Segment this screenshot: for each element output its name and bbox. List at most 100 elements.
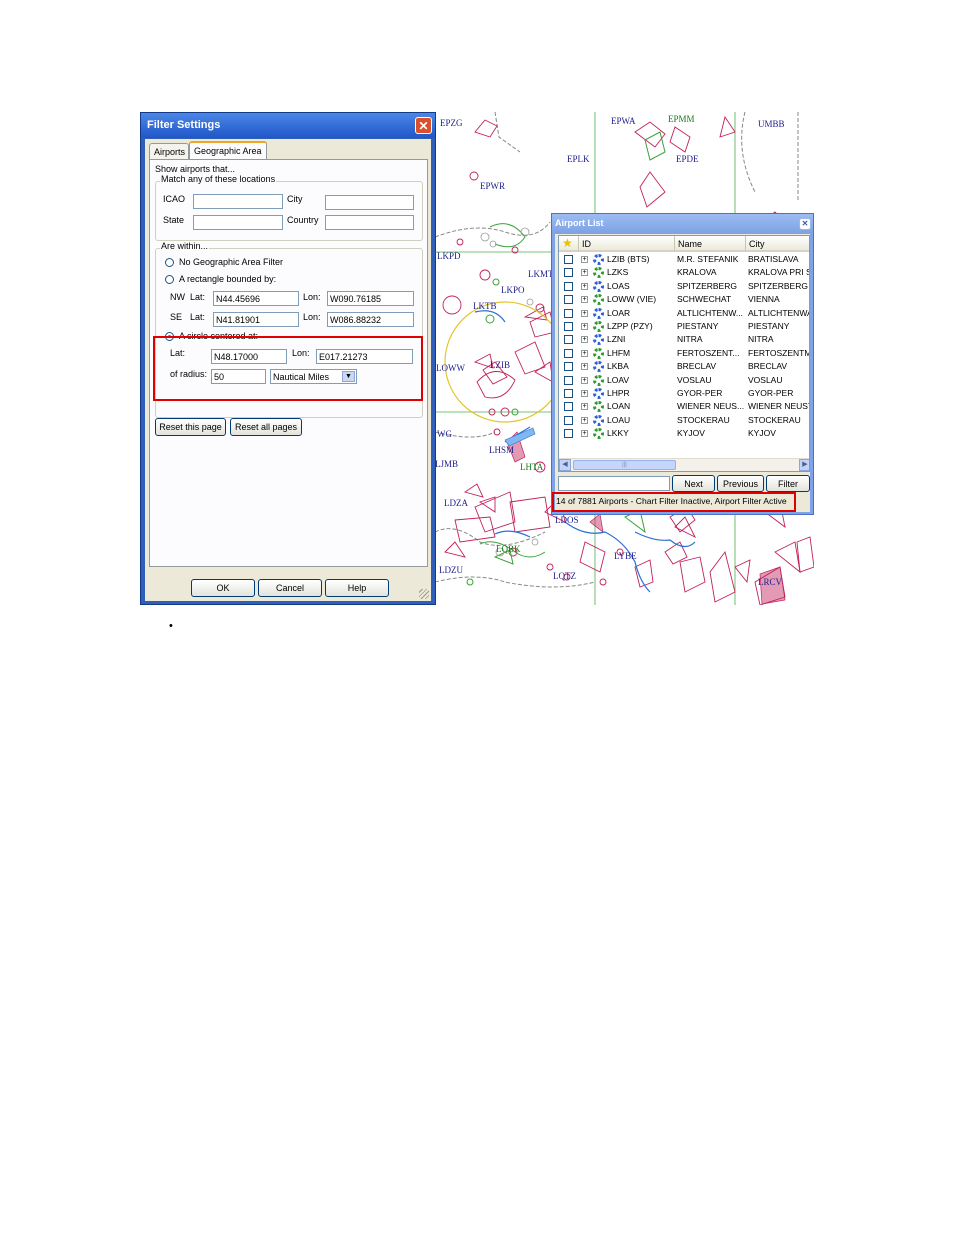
favorite-checkbox[interactable] (564, 268, 573, 278)
expand-plus-icon[interactable]: + (581, 416, 588, 424)
airport-row[interactable]: + LZIB (BTS) M.R. STEFANIK BRATISLAVA (559, 253, 809, 266)
resize-grip-icon[interactable] (419, 589, 429, 599)
rectangle-label[interactable]: A rectangle bounded by: (179, 274, 276, 284)
cancel-button[interactable]: Cancel (258, 579, 322, 597)
favorite-checkbox[interactable] (564, 429, 573, 439)
favorite-checkbox[interactable] (564, 295, 573, 305)
map-airport-label[interactable]: LOWW (436, 363, 465, 373)
no-geo-filter-radio[interactable] (165, 258, 174, 267)
map-airport-label[interactable]: EPDE (676, 154, 699, 164)
airport-list-title-bar[interactable]: Airport List ✕ (552, 214, 813, 233)
map-airport-label[interactable]: EPWR (480, 181, 505, 191)
map-airport-label[interactable]: LJMB (435, 459, 458, 469)
expand-plus-icon[interactable]: + (581, 309, 588, 317)
map-airport-label[interactable]: LKPD (437, 251, 461, 261)
map-airport-label[interactable]: LDZA (444, 498, 468, 508)
favorite-checkbox[interactable] (564, 281, 573, 291)
map-airport-label[interactable]: UMBB (758, 119, 785, 129)
icao-input[interactable] (193, 194, 283, 209)
airport-row[interactable]: + LOAV VOSLAU VOSLAU (559, 374, 809, 387)
airport-row[interactable]: + LZNI NITRA NITRA (559, 333, 809, 346)
country-input[interactable] (325, 215, 414, 230)
ok-button[interactable]: OK (191, 579, 255, 597)
map-airport-label[interactable]: LKMT (528, 269, 554, 279)
expand-plus-icon[interactable]: + (581, 282, 588, 290)
map-airport-label[interactable]: LHTA (520, 462, 543, 472)
state-input[interactable] (193, 215, 283, 230)
map-airport-label[interactable]: LRCV (758, 577, 782, 587)
airport-row[interactable]: + LKKY KYJOV KYJOV (559, 427, 809, 440)
airport-row[interactable]: + LOAU STOCKERAU STOCKERAU (559, 414, 809, 427)
filter-settings-title-bar[interactable]: Filter Settings ✕ (141, 113, 435, 138)
se-lon-input[interactable]: W086.88232 (327, 312, 414, 327)
id-column-header[interactable]: ID (579, 236, 675, 252)
scroll-left-icon[interactable]: ◀ (559, 459, 571, 471)
previous-button[interactable]: Previous (717, 475, 764, 492)
expand-plus-icon[interactable]: + (581, 390, 588, 397)
close-x-icon[interactable]: ✕ (415, 117, 432, 134)
airport-row[interactable]: + LOAR ALTLICHTENW... ALTLICHTENWA (559, 307, 809, 320)
map-airport-label[interactable]: LDOS (555, 515, 579, 525)
favorite-checkbox[interactable] (564, 415, 573, 425)
favorite-checkbox[interactable] (564, 255, 573, 264)
tab-geographic-area[interactable]: Geographic Area (189, 141, 267, 159)
expand-plus-icon[interactable]: + (581, 336, 588, 344)
expand-plus-icon[interactable]: + (581, 323, 588, 330)
expand-plus-icon[interactable]: + (581, 269, 588, 277)
airport-row[interactable]: + LKBA BRECLAV BRECLAV (559, 360, 809, 373)
favorite-column-header[interactable]: ★ (559, 236, 579, 252)
city-input[interactable] (325, 195, 414, 210)
horizontal-scrollbar[interactable]: ◀ ||| ▶ (559, 458, 809, 471)
rectangle-radio[interactable] (165, 275, 174, 284)
map-airport-label[interactable]: LKTB (473, 301, 497, 311)
map-airport-label[interactable]: LQTZ (553, 571, 576, 581)
map-airport-label[interactable]: LYBE (614, 551, 637, 561)
favorite-checkbox[interactable] (564, 335, 573, 345)
next-button[interactable]: Next (672, 475, 715, 492)
expand-plus-icon[interactable]: + (581, 376, 588, 384)
expand-plus-icon[interactable]: + (581, 403, 588, 411)
map-airport-label[interactable]: EPMM (668, 114, 695, 124)
close-icon[interactable]: ✕ (799, 218, 811, 230)
se-lat-input[interactable]: N41.81901 (213, 312, 299, 327)
airport-row[interactable]: + LOAN WIENER NEUS... WIENER NEUST (559, 400, 809, 413)
favorite-checkbox[interactable] (564, 348, 573, 358)
airport-search-input[interactable] (558, 476, 670, 491)
airport-row[interactable]: + LOWW (VIE) SCHWECHAT VIENNA (559, 293, 809, 306)
favorite-checkbox[interactable] (564, 308, 573, 318)
favorite-checkbox[interactable] (564, 322, 573, 331)
airport-list-view[interactable]: ★ ID Name City + LZIB (BTS) M.R. STEFANIK B… (558, 235, 810, 472)
help-button[interactable]: Help (325, 579, 389, 597)
scroll-thumb[interactable]: ||| (573, 460, 676, 470)
expand-plus-icon[interactable]: + (581, 349, 588, 357)
expand-plus-icon[interactable]: + (581, 363, 588, 371)
airport-row[interactable]: + LHPR GYOR-PER GYOR-PER (559, 387, 809, 400)
map-airport-label[interactable]: EPLK (567, 154, 590, 164)
scroll-right-icon[interactable]: ▶ (799, 459, 809, 471)
no-geo-filter-label[interactable]: No Geographic Area Filter (179, 257, 283, 267)
nw-lat-input[interactable]: N44.45696 (213, 291, 299, 306)
map-airport-label[interactable]: LZIB (490, 360, 510, 370)
city-column-header[interactable]: City (746, 236, 809, 252)
favorite-checkbox[interactable] (564, 402, 573, 412)
airport-row[interactable]: + LHFM FERTOSZENT... FERTOSZENTMI (559, 347, 809, 360)
map-airport-label[interactable]: LHSM (489, 445, 514, 455)
airport-row[interactable]: + LZKS KRALOVA KRALOVA PRI SE (559, 266, 809, 279)
favorite-checkbox[interactable] (564, 389, 573, 398)
favorite-checkbox[interactable] (564, 375, 573, 385)
airport-row[interactable]: + LOAS SPITZERBERG SPITZERBERG (559, 280, 809, 293)
name-column-header[interactable]: Name (675, 236, 746, 252)
map-airport-label[interactable]: EPZG (440, 118, 463, 128)
airport-row[interactable]: + LZPP (PZY) PIESTANY PIESTANY (559, 320, 809, 333)
expand-plus-icon[interactable]: + (581, 430, 588, 438)
map-airport-label[interactable]: EPWA (611, 116, 636, 126)
map-airport-label[interactable]: WG (437, 429, 452, 439)
filter-button[interactable]: Filter (766, 475, 810, 492)
map-airport-label[interactable]: LQBK (496, 544, 521, 554)
nw-lon-input[interactable]: W090.76185 (327, 291, 414, 306)
favorite-checkbox[interactable] (564, 362, 573, 372)
expand-plus-icon[interactable]: + (581, 256, 588, 263)
expand-plus-icon[interactable]: + (581, 296, 588, 304)
map-airport-label[interactable]: LDZU (439, 565, 463, 575)
tab-airports[interactable]: Airports (149, 143, 189, 159)
